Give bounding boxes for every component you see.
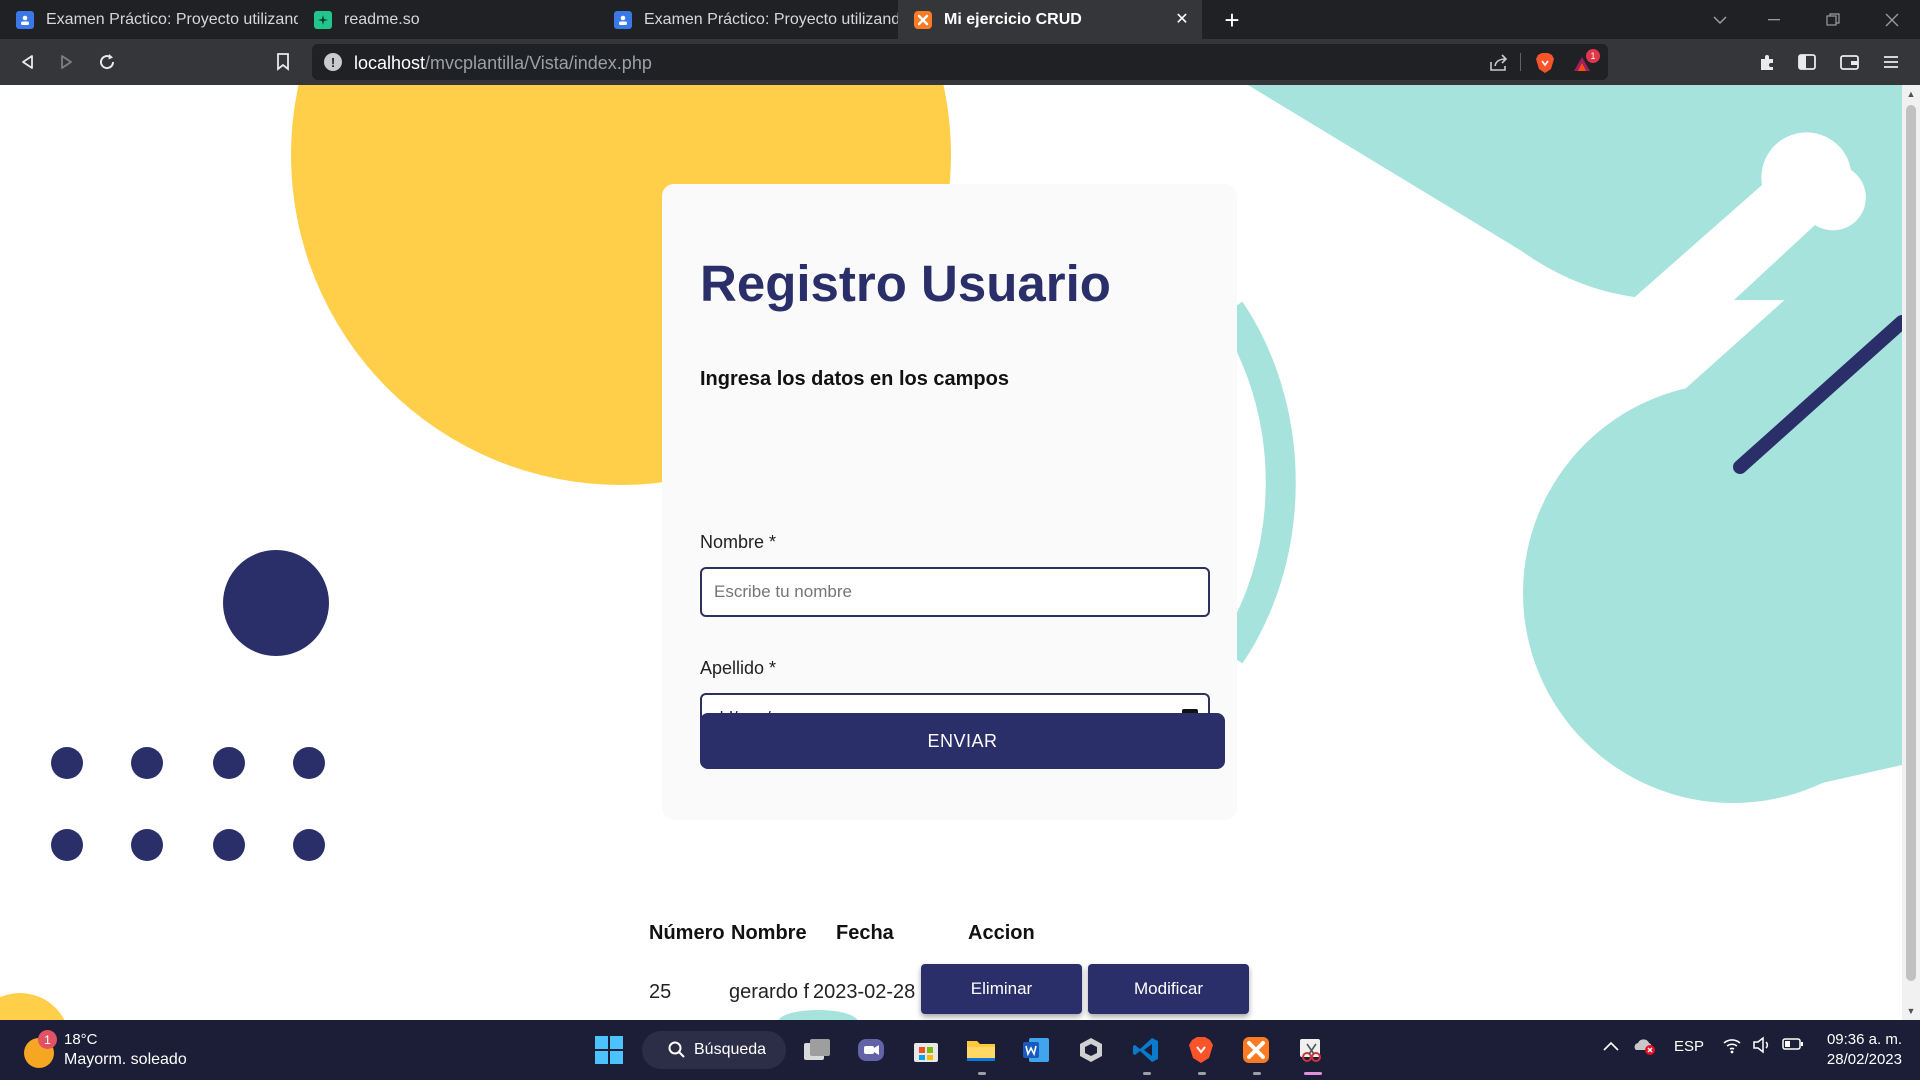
battery-icon[interactable] — [1782, 1037, 1804, 1055]
form-subtitle: Ingresa los datos en los campos — [700, 368, 1009, 390]
site-info-icon[interactable]: ! — [324, 53, 342, 71]
running-indicator — [1143, 1072, 1151, 1075]
mint-ellipse — [778, 1010, 858, 1020]
yellow-circle-small — [0, 993, 65, 1020]
extensions-icon[interactable] — [1752, 47, 1782, 77]
tab-strip: Examen Práctico: Proyecto utilizando e r… — [0, 0, 1920, 39]
wallet-icon[interactable] — [1835, 47, 1865, 77]
bookmark-icon[interactable] — [268, 47, 298, 77]
nombre-label: Nombre * — [700, 532, 777, 552]
running-indicator — [1198, 1072, 1206, 1075]
page-viewport: Registro Usuario Ingresa los datos en lo… — [0, 85, 1902, 1020]
page-title: Registro Usuario — [700, 255, 1111, 312]
unity-hub-icon[interactable] — [1073, 1032, 1109, 1068]
search-label: Búsqueda — [694, 1041, 767, 1058]
vscode-icon[interactable] — [1128, 1032, 1164, 1068]
active-indicator — [1304, 1072, 1322, 1075]
table-header-accion: Accion — [968, 922, 1035, 944]
browser-tab-active[interactable]: Mi ejercicio CRUD ✕ — [898, 0, 1202, 39]
microsoft-store-icon[interactable] — [908, 1032, 944, 1068]
nombre-input[interactable]: Escribe tu nombre — [700, 567, 1210, 617]
forward-icon[interactable] — [52, 47, 82, 77]
browser-tab-1[interactable]: Examen Práctico: Proyecto utilizando e — [0, 0, 298, 39]
back-icon[interactable] — [12, 47, 42, 77]
vertical-scrollbar[interactable]: ▲ ▼ — [1902, 85, 1920, 1020]
table-header-fecha: Fecha — [836, 922, 894, 944]
teams-chat-icon[interactable] — [853, 1032, 889, 1068]
submit-button[interactable]: ENVIAR — [700, 713, 1225, 769]
browser-tab-2[interactable]: readme.so — [298, 0, 598, 39]
taskbar-search[interactable]: Búsqueda — [642, 1031, 786, 1069]
row-fecha: 2023-02-28 — [813, 981, 916, 1003]
system-clock[interactable]: 09:36 a. m. 28/02/2023 — [1810, 1030, 1902, 1070]
readme-icon — [314, 10, 332, 29]
url-text[interactable]: localhost/mvcplantilla/Vista/index.php — [354, 53, 652, 74]
apellido-label: Apellido * — [700, 658, 777, 678]
tray-chevron-icon[interactable] — [1603, 1038, 1619, 1055]
tab-title: Mi ejercicio CRUD — [944, 10, 1082, 28]
xampp-icon — [914, 10, 932, 29]
clock-date: 28/02/2023 — [1826, 1051, 1902, 1068]
modify-button[interactable]: Modificar — [1088, 964, 1249, 1014]
registration-card: Registro Usuario Ingresa los datos en lo… — [662, 184, 1237, 820]
tab-title: Examen Práctico: Proyecto utilizando e — [644, 10, 898, 28]
file-explorer-icon[interactable] — [963, 1032, 999, 1068]
address-bar[interactable]: ! localhost/mvcplantilla/Vista/index.php… — [312, 44, 1608, 80]
tab-title: readme.so — [344, 10, 420, 28]
tab-search-icon[interactable] — [1692, 0, 1748, 39]
sidebar-icon[interactable] — [1792, 47, 1822, 77]
scrollbar-thumb[interactable] — [1906, 105, 1916, 981]
wifi-icon[interactable] — [1722, 1036, 1742, 1058]
classroom-icon — [614, 10, 632, 29]
word-icon[interactable] — [1018, 1032, 1054, 1068]
language-indicator[interactable]: ESP — [1674, 1038, 1704, 1055]
delete-button[interactable]: Eliminar — [921, 964, 1082, 1014]
minimize-icon[interactable] — [1746, 0, 1802, 39]
clock-time: 09:36 a. m. — [1826, 1031, 1902, 1048]
running-indicator — [978, 1072, 986, 1075]
tab-title: Examen Práctico: Proyecto utilizando e — [46, 10, 298, 28]
windows-taskbar: 1 18°C Mayorm. soleado Búsqueda ESP 09:3… — [0, 1020, 1920, 1080]
task-view-icon[interactable] — [799, 1032, 835, 1068]
start-windows-icon[interactable] — [591, 1032, 627, 1068]
weather-temp: 18°C — [64, 1031, 98, 1048]
scroll-down-icon[interactable]: ▼ — [1902, 1002, 1920, 1020]
reload-icon[interactable] — [92, 47, 122, 77]
brave-shields-icon[interactable] — [1532, 50, 1558, 76]
navy-circle — [223, 550, 329, 656]
running-indicator — [1253, 1072, 1261, 1075]
dot-grid — [51, 747, 325, 861]
weather-badge: 1 — [38, 1030, 57, 1049]
menu-icon[interactable] — [1876, 47, 1906, 77]
onedrive-error-icon[interactable] — [1632, 1036, 1656, 1060]
volume-icon[interactable] — [1752, 1036, 1772, 1058]
nombre-placeholder: Escribe tu nombre — [714, 582, 852, 601]
mint-ring — [1217, 301, 1296, 664]
new-tab-button[interactable]: + — [1216, 4, 1248, 36]
close-window-icon[interactable] — [1864, 0, 1920, 39]
divider — [1520, 53, 1521, 71]
table-header-nombre: Nombre — [731, 922, 807, 944]
search-icon — [668, 1041, 685, 1058]
scroll-up-icon[interactable]: ▲ — [1902, 85, 1920, 103]
snipping-tool-icon[interactable] — [1293, 1032, 1329, 1068]
row-nombre: gerardo f — [729, 981, 810, 1003]
rewards-badge: 1 — [1586, 49, 1600, 63]
weather-condition: Mayorm. soleado — [64, 1051, 187, 1068]
close-tab-icon[interactable]: ✕ — [1172, 9, 1192, 29]
brave-browser-icon[interactable] — [1183, 1032, 1219, 1068]
xampp-control-icon[interactable] — [1238, 1032, 1274, 1068]
browser-tab-3[interactable]: Examen Práctico: Proyecto utilizando e — [598, 0, 898, 39]
row-numero: 25 — [649, 981, 672, 1003]
share-icon[interactable] — [1486, 50, 1512, 76]
classroom-icon — [16, 10, 34, 29]
table-header-numero: Número — [649, 922, 725, 944]
restore-icon[interactable] — [1805, 0, 1861, 39]
browser-toolbar: ! localhost/mvcplantilla/Vista/index.php… — [0, 39, 1920, 85]
